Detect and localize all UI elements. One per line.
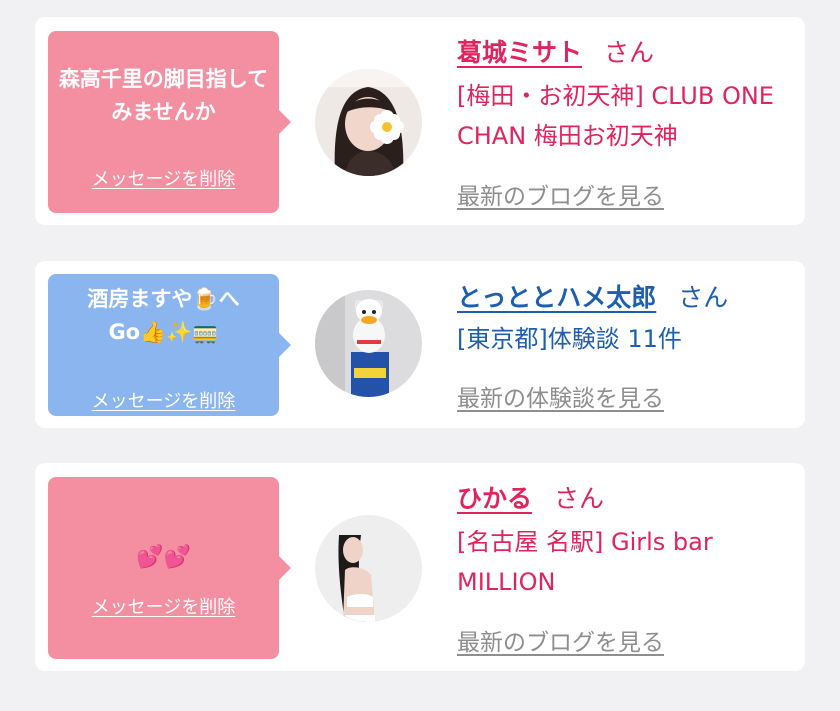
delete-message-link[interactable]: メッセージを削除 [48,165,279,191]
message-text: 森高千里の脚目指してみませんか [58,67,269,124]
avatar[interactable] [315,290,422,397]
favorites-list: 森高千里の脚目指してみませんか メッセージを削除 葛城ミサト さん [梅田・お初… [0,0,840,711]
list-item: 酒房ますや🍺へGo👍✨🚃 メッセージを削除 とっととハメ太郎 さん [東京都]体験… [35,261,805,428]
message-bubble: 酒房ますや🍺へGo👍✨🚃 メッセージを削除 [48,274,291,416]
latest-blog-link[interactable]: 最新のブログを見る [457,623,664,657]
user-name-link[interactable]: ひかる [457,484,532,513]
message-bubble: 💕💕 メッセージを削除 [48,477,291,659]
user-name-link[interactable]: 葛城ミサト [457,38,582,67]
latest-review-link[interactable]: 最新の体験談を見る [457,379,664,413]
delete-message-link[interactable]: メッセージを削除 [48,593,279,619]
user-name-row: ひかる さん [457,479,604,515]
avatar[interactable] [315,515,422,622]
honorific: さん [604,38,655,67]
user-name-link[interactable]: とっととハメ太郎 [457,283,656,312]
honorific: さん [554,484,605,513]
avatar[interactable] [315,69,422,176]
avatar-image [315,290,422,397]
avatar-image [315,69,422,176]
review-info: [東京都]体験談 11件 [457,325,682,353]
latest-blog-link[interactable]: 最新のブログを見る [457,177,664,211]
message-bubble: 森高千里の脚目指してみませんか メッセージを削除 [48,31,291,213]
shop-info: [梅田・お初天神] CLUB ONE CHAN 梅田お初天神 [457,82,774,150]
shop-info: [名古屋 名駅] Girls bar MILLION [457,528,713,596]
message-text: 酒房ますや🍺へGo👍✨🚃 [87,287,240,344]
message-emoji: 💕💕 [136,545,191,570]
honorific: さん [678,283,729,312]
list-item: 💕💕 メッセージを削除 ひかる さん [名古屋 名駅] Girls bar MIL… [35,463,805,671]
avatar-image [315,515,422,622]
list-item: 森高千里の脚目指してみませんか メッセージを削除 葛城ミサト さん [梅田・お初… [35,17,805,225]
delete-message-link[interactable]: メッセージを削除 [48,387,279,413]
user-name-row: とっととハメ太郎 さん [457,278,728,314]
user-name-row: 葛城ミサト さん [457,33,654,69]
